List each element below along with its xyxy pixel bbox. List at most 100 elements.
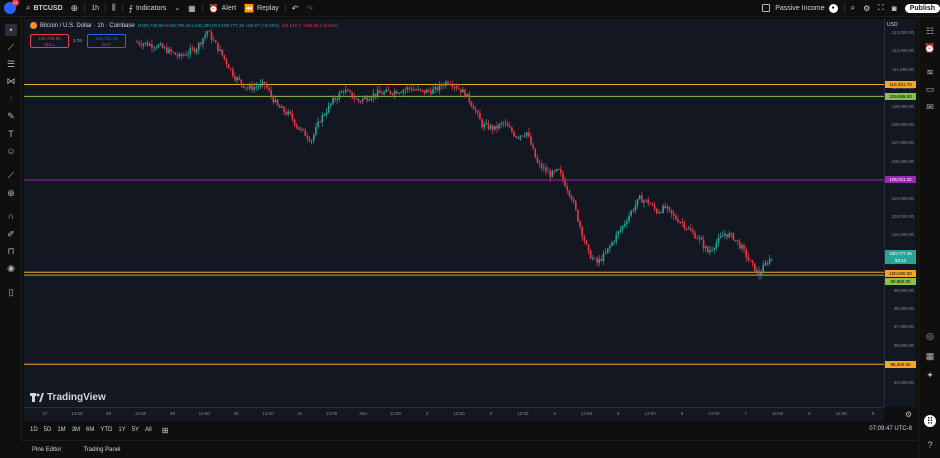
price-axis[interactable]: USD 113,000.00112,000.00111,000.00110,00…	[884, 19, 916, 407]
candle-up	[253, 86, 255, 90]
help-icon[interactable]: ?	[924, 439, 936, 451]
candle-down	[351, 92, 353, 98]
time-axis[interactable]: 27 12:00 28 12:00 29 12:00 30 12:00 31 12:00 Nov 12…	[24, 407, 912, 421]
snapshot-button[interactable]: ◙	[888, 0, 901, 17]
publish-button[interactable]: Publish	[904, 3, 940, 13]
range-6m[interactable]: 6M	[86, 427, 94, 433]
currency-selector[interactable]: USD	[887, 22, 898, 28]
bitcoin-icon	[30, 22, 37, 29]
horizontal-lines-icon[interactable]: ☰	[5, 58, 17, 70]
trend-line-icon[interactable]: ⟋	[5, 41, 17, 53]
profile-button[interactable]: 11	[0, 0, 22, 17]
calendar-icon[interactable]: ▭	[924, 83, 936, 95]
fib-icon[interactable]: ⫶	[5, 93, 17, 105]
candle-down	[749, 259, 752, 261]
notifications-icon[interactable]: ◎	[924, 330, 936, 342]
brush-icon[interactable]: ✎	[5, 110, 17, 122]
candle-down	[291, 113, 294, 120]
ruler-icon[interactable]: ⟋	[5, 169, 17, 181]
alert-button[interactable]: ⏰ Alert	[205, 0, 240, 17]
chat-icon[interactable]: ✉	[924, 101, 936, 113]
lock-icon[interactable]: ⊓	[5, 245, 17, 257]
goto-date-icon[interactable]: ⊞	[162, 426, 169, 435]
layouts-button[interactable]: ▦	[184, 0, 200, 17]
candle-down	[702, 239, 705, 249]
passive-income-toggle[interactable]: Passive Income ●	[758, 0, 841, 17]
pitchfork-icon[interactable]: ⋈	[5, 75, 17, 87]
range-5y[interactable]: 5Y	[132, 427, 139, 433]
chart-type-button[interactable]: ⫼	[108, 0, 120, 17]
candle-down	[521, 135, 524, 137]
range-1y[interactable]: 1Y	[118, 427, 125, 433]
interval-button[interactable]: 1h	[87, 0, 103, 17]
candle-down	[428, 89, 430, 91]
alert-label: Alert	[221, 4, 237, 12]
candle-down	[589, 250, 592, 259]
price-tick-label: 107,000.00	[891, 140, 914, 146]
settings-button[interactable]: ⚙	[859, 0, 874, 17]
candle-down	[651, 204, 654, 206]
indicators-dropdown[interactable]: ⌄	[170, 0, 184, 17]
candle-up	[300, 128, 302, 130]
chart-pane[interactable]	[24, 19, 884, 407]
range-1d[interactable]: 1D	[30, 427, 38, 433]
sell-button[interactable]: 100,739.99 SELL	[30, 34, 69, 48]
time-tick-label: 12:00	[453, 411, 465, 416]
divider	[84, 3, 86, 13]
indicators-button[interactable]: ⨍ Indicators	[125, 0, 171, 17]
candle-down	[217, 42, 219, 51]
redo-button[interactable]: ↷	[303, 0, 318, 17]
text-icon[interactable]: T	[5, 128, 17, 140]
price-chart[interactable]	[24, 19, 884, 407]
emoji-icon[interactable]: ☺	[5, 145, 17, 157]
layers-icon[interactable]: ≋	[924, 66, 936, 78]
quick-search-button[interactable]: ⌕	[847, 0, 859, 17]
trash-icon[interactable]: ▯	[5, 286, 17, 298]
candle-down	[266, 84, 268, 88]
replay-button[interactable]: ⏪ Replay	[240, 0, 283, 17]
tab-trading-panel[interactable]: Trading Panel	[83, 447, 120, 453]
crosshair-icon[interactable]: •	[5, 24, 17, 36]
candle-down	[707, 246, 709, 253]
candle-down	[381, 92, 383, 95]
fullscreen-button[interactable]: ⛶	[874, 0, 888, 17]
buy-button[interactable]: 100,741.76 BUY	[87, 34, 126, 48]
candle-up	[634, 205, 637, 211]
compare-button[interactable]: ⊕	[67, 0, 83, 17]
range-3m[interactable]: 3M	[72, 427, 80, 433]
candle-down	[415, 89, 417, 91]
alerts-icon[interactable]: ⏰	[924, 42, 936, 54]
range-5d[interactable]: 5D	[44, 427, 52, 433]
undo-button[interactable]: ↶	[288, 0, 303, 17]
tab-pine-editor[interactable]: Pine Editor	[32, 447, 61, 453]
candle-down	[696, 238, 698, 240]
time-tick-label: 5	[617, 411, 620, 416]
magnet-icon[interactable]: ∩	[5, 210, 17, 222]
candle-up	[425, 89, 428, 93]
zoom-icon[interactable]: ⊕	[5, 187, 17, 199]
chevron-down-icon: ⌄	[174, 5, 181, 12]
fullscreen-icon: ⛶	[878, 3, 884, 12]
time-tick-label: 4	[553, 411, 556, 416]
candle-down	[200, 42, 202, 45]
range-all[interactable]: All	[145, 427, 152, 433]
candle-up	[197, 42, 200, 50]
utc-clock[interactable]: 07:09:47 UTC-8	[869, 426, 912, 432]
range-1m[interactable]: 1M	[57, 427, 65, 433]
eye-icon[interactable]: ◉	[5, 262, 17, 274]
axis-settings-button[interactable]: ⚙	[905, 410, 912, 419]
candle-up	[489, 125, 492, 129]
range-ytd[interactable]: YTD	[100, 427, 112, 433]
candle-up	[393, 91, 396, 95]
apps-icon[interactable]: ⠿	[924, 415, 936, 427]
candle-down	[585, 240, 588, 245]
watchlist-icon[interactable]: ☷	[924, 25, 936, 37]
divider	[843, 3, 845, 13]
ideas-icon[interactable]: ✦	[924, 369, 936, 381]
candle-up	[327, 105, 330, 113]
tradingview-app: 11 ⌕ BTCUSD ⊕ 1h ⫼ ⨍ Indicators ⌄ ▦ ⏰ Al…	[0, 0, 940, 458]
calendar-2-icon[interactable]: ▦	[924, 350, 936, 362]
symbol-search-button[interactable]: ⌕ BTCUSD	[22, 0, 67, 17]
candle-down	[410, 88, 413, 91]
lock-drawing-icon[interactable]: ✐	[5, 228, 17, 240]
